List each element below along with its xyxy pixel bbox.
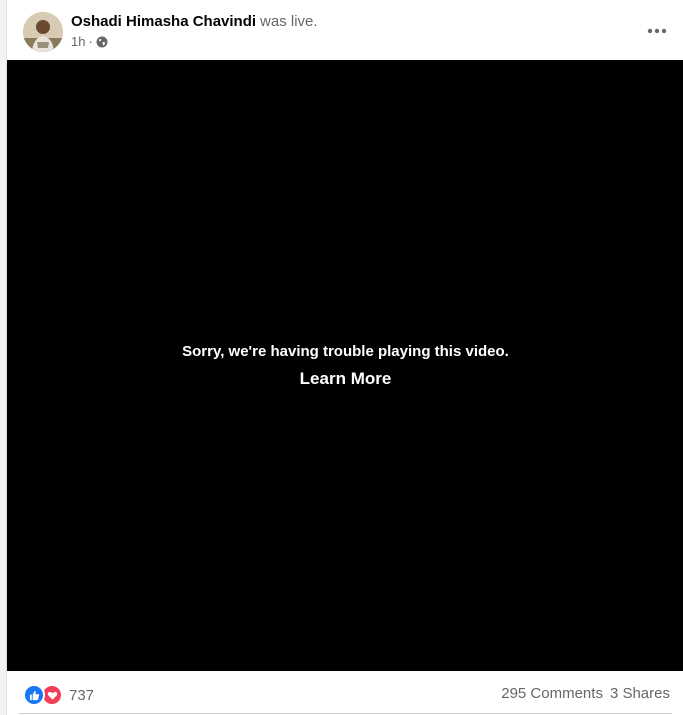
stats-divider: [19, 713, 672, 714]
comments-count[interactable]: 295 Comments: [501, 685, 603, 702]
more-horizontal-icon: [647, 28, 667, 34]
post-title-line: Oshadi Himasha Chavindi was live.: [71, 13, 318, 30]
author-name[interactable]: Oshadi Himasha Chavindi: [71, 13, 256, 30]
post-meta: 1h ·: [71, 34, 108, 49]
learn-more-link[interactable]: Learn More: [7, 369, 683, 389]
shares-count[interactable]: 3 Shares: [610, 685, 670, 702]
post-timestamp[interactable]: 1h: [71, 34, 85, 49]
post-header: Oshadi Himasha Chavindi was live. 1h ·: [7, 0, 683, 60]
globe-icon[interactable]: [96, 36, 108, 48]
reactions-count[interactable]: 737: [69, 687, 94, 704]
video-error-message: Sorry, we're having trouble playing this…: [182, 343, 509, 360]
author-avatar[interactable]: [23, 12, 63, 52]
reactions-summary[interactable]: 737: [23, 684, 94, 706]
avatar-image: [23, 12, 63, 52]
feed-post: Oshadi Himasha Chavindi was live. 1h · So…: [6, 0, 683, 715]
post-action-text: was live.: [260, 13, 318, 30]
post-options-button[interactable]: [640, 14, 674, 48]
video-player[interactable]: Sorry, we're having trouble playing this…: [7, 60, 683, 671]
engagement-counts: 295 Comments 3 Shares: [501, 685, 670, 702]
meta-separator: ·: [88, 34, 93, 49]
post-stats-bar: 737 295 Comments 3 Shares: [7, 671, 683, 715]
like-icon: [23, 684, 45, 706]
